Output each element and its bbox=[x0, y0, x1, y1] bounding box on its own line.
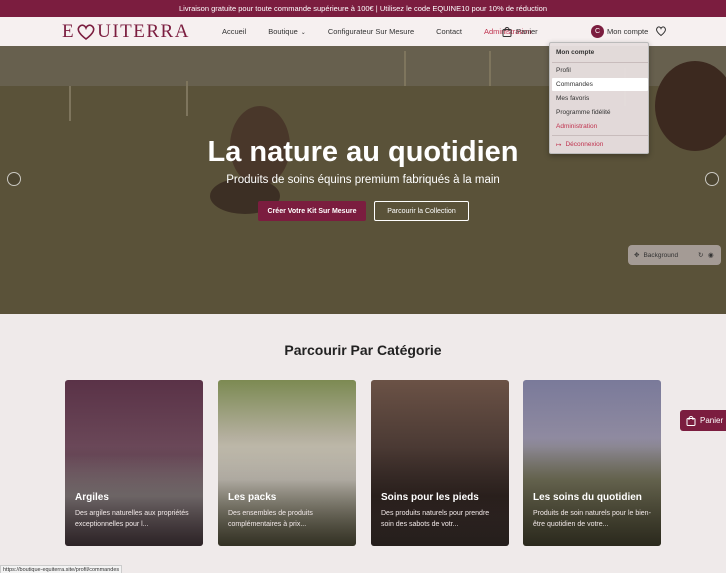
nav-item-boutique[interactable]: Boutique ⌄ bbox=[268, 27, 306, 36]
nav-item-boutique-label: Boutique bbox=[268, 27, 298, 36]
card-description: Des ensembles de produits complémentaire… bbox=[228, 510, 313, 528]
categories-section: Parcourir Par Catégorie Argiles Des argi… bbox=[0, 314, 726, 573]
shopping-bag-icon bbox=[686, 415, 696, 426]
account-label: Mon compte bbox=[607, 27, 649, 36]
browse-collection-button[interactable]: Parcourir la Collection bbox=[374, 201, 469, 221]
refresh-icon[interactable]: ↻ bbox=[698, 251, 703, 259]
divider bbox=[552, 135, 648, 136]
promo-banner: Livraison gratuite pour toute commande s… bbox=[0, 0, 726, 17]
floating-cart-label: Panier bbox=[700, 416, 724, 425]
logout-label: Déconnexion bbox=[565, 141, 604, 148]
avatar: C bbox=[591, 25, 604, 38]
promo-text: Livraison gratuite pour toute commande s… bbox=[179, 4, 547, 13]
menu-item-administration[interactable]: Administration bbox=[552, 120, 648, 133]
create-kit-button[interactable]: Créer Votre Kit Sur Mesure bbox=[258, 201, 366, 221]
logo-text-right: UITERRA bbox=[97, 21, 190, 42]
hero-subtitle: Produits de soins équins premium fabriqu… bbox=[226, 174, 500, 186]
card-description: Produits de soin naturels pour le bien-ê… bbox=[533, 510, 651, 528]
category-card-pieds[interactable]: Soins pour les pieds Des produits nature… bbox=[371, 380, 509, 546]
menu-item-profil[interactable]: Profil bbox=[552, 64, 648, 77]
heart-icon[interactable] bbox=[655, 25, 667, 37]
menu-item-logout[interactable]: ↦ Déconnexion bbox=[552, 138, 648, 151]
card-description: Des produits naturels pour prendre soin … bbox=[381, 510, 490, 528]
dropdown-header: Mon compte bbox=[556, 49, 595, 56]
logo-text-left: E bbox=[62, 21, 76, 42]
card-title: Argiles bbox=[75, 492, 109, 503]
card-title: Soins pour les pieds bbox=[381, 492, 479, 503]
move-icon: ✥ bbox=[634, 252, 640, 259]
nav-item-configurateur[interactable]: Configurateur Sur Mesure bbox=[328, 27, 414, 36]
cart-label: Panier bbox=[516, 27, 538, 36]
shopping-bag-icon bbox=[502, 26, 512, 37]
logout-icon: ↦ bbox=[556, 141, 562, 149]
background-label: Background bbox=[643, 251, 679, 259]
cart-link[interactable]: Panier bbox=[502, 17, 538, 46]
chevron-down-icon: ⌄ bbox=[300, 30, 306, 36]
background-pill[interactable]: ✥ Background ↻ ◉ bbox=[628, 245, 721, 265]
category-card-packs[interactable]: Les packs Des ensembles de produits comp… bbox=[218, 380, 356, 546]
logo-heart-icon bbox=[76, 23, 96, 41]
card-title: Les packs bbox=[228, 492, 277, 503]
category-card-argiles[interactable]: Argiles Des argiles naturelles aux propr… bbox=[65, 380, 203, 546]
divider bbox=[552, 62, 648, 63]
menu-item-favoris[interactable]: Mes favoris bbox=[552, 92, 648, 105]
status-url: https://boutique-equiterra.site/profil/c… bbox=[3, 566, 120, 573]
categories-title: Parcourir Par Catégorie bbox=[284, 342, 442, 358]
nav-item-accueil[interactable]: Accueil bbox=[222, 27, 246, 36]
logo[interactable]: E UITERRA bbox=[62, 21, 190, 43]
card-description: Des argiles naturelles aux propriétés ex… bbox=[75, 510, 189, 528]
status-bar: https://boutique-equiterra.site/profil/c… bbox=[0, 565, 123, 573]
nav-item-contact[interactable]: Contact bbox=[436, 27, 462, 36]
menu-item-commandes[interactable]: Commandes bbox=[552, 78, 648, 91]
floating-cart-button[interactable]: Panier bbox=[680, 410, 726, 431]
page: Livraison gratuite pour toute commande s… bbox=[0, 0, 726, 573]
category-card-quotidien[interactable]: Les soins du quotidien Produits de soin … bbox=[523, 380, 661, 546]
card-title: Les soins du quotidien bbox=[533, 492, 642, 503]
menu-item-fidelite[interactable]: Programme fidélité bbox=[552, 106, 648, 119]
eye-icon[interactable]: ◉ bbox=[708, 251, 714, 259]
account-dropdown: Mon compte Profil Commandes Mes favoris … bbox=[549, 42, 649, 154]
carousel-prev-button[interactable] bbox=[7, 172, 21, 186]
carousel-next-button[interactable] bbox=[705, 172, 719, 186]
